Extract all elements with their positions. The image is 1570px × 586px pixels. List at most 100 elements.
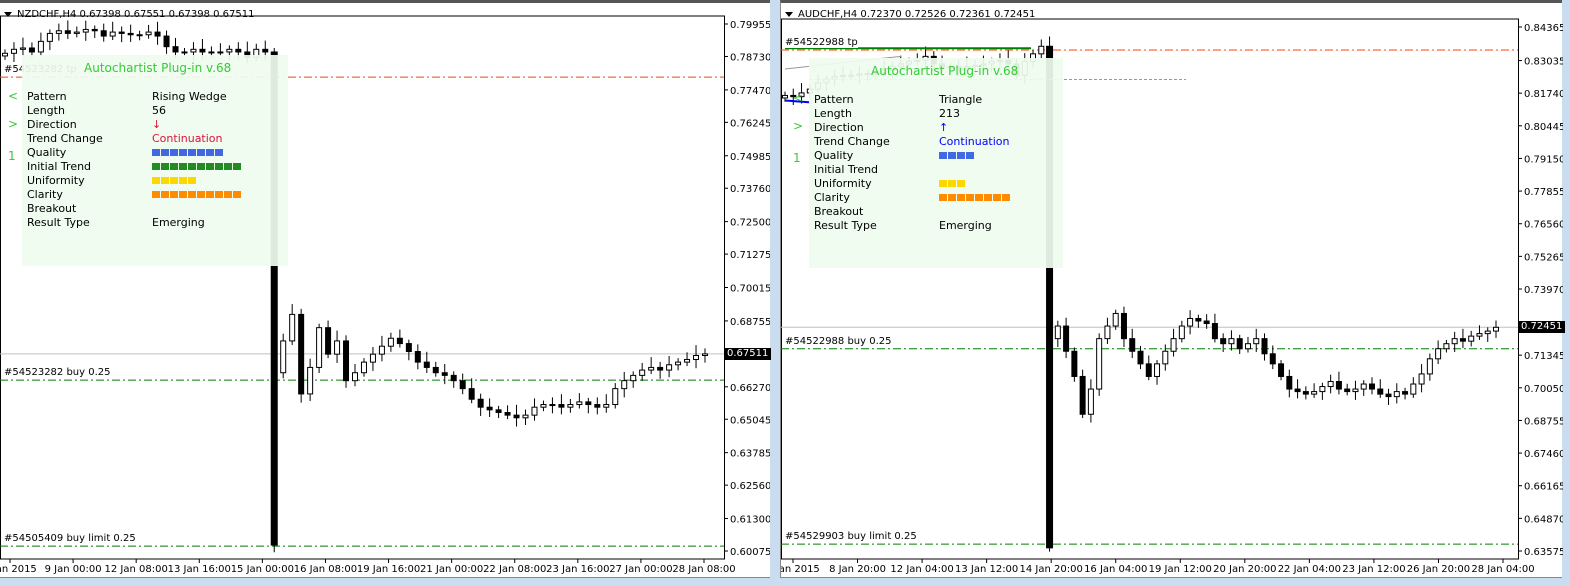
candle: [1352, 380, 1359, 400]
panel-row-label: Clarity: [27, 188, 63, 201]
candle: [1154, 360, 1161, 385]
price-tick-label: 0.73970: [1524, 285, 1563, 296]
candle: [1104, 317, 1111, 344]
candle: [1087, 379, 1094, 423]
panel-title: Autochartist Plug-in v.68: [84, 61, 232, 75]
next-pattern-icon[interactable]: >: [793, 119, 803, 133]
time-tick-label: 19 Jan 16:00: [357, 564, 420, 575]
candle: [1435, 340, 1442, 365]
order-label[interactable]: #54505409 buy limit 0.25: [4, 533, 136, 545]
candle: [1137, 345, 1144, 370]
pattern-value: Triangle: [939, 93, 983, 106]
candle: [1236, 334, 1243, 355]
initial_trend-bar: [152, 163, 241, 171]
next-pattern-icon[interactable]: >: [8, 117, 18, 131]
candle: [1393, 383, 1400, 404]
candle: [55, 23, 62, 41]
candle: [693, 345, 700, 369]
candle: [64, 20, 71, 39]
prev-pattern-icon[interactable]: <: [8, 89, 18, 103]
candle: [2, 49, 8, 60]
candle: [1096, 333, 1103, 396]
candle: [1187, 310, 1194, 335]
price-tick-label: 0.77855: [1524, 187, 1563, 198]
time-tick-label: 13 Jan 16:00: [168, 564, 231, 575]
candle: [675, 358, 682, 371]
result-type-value: Emerging: [152, 216, 205, 229]
prev-pattern-icon[interactable]: <: [793, 91, 803, 105]
candle: [1261, 333, 1268, 361]
panel-row-label: Clarity: [814, 191, 850, 204]
time-tick-label: 8 Jan 20:00: [829, 564, 886, 575]
candle: [630, 371, 637, 388]
candle: [1278, 360, 1285, 381]
price-tick-label: 0.66165: [1524, 482, 1563, 493]
chart-window-audchf[interactable]: 0.84365 0.83035 0.81740 0.80445 0.79150 0.778…: [780, 0, 1566, 578]
price-tick-label: 0.81740: [1524, 89, 1563, 100]
candle: [450, 371, 457, 388]
candle: [1410, 377, 1417, 398]
time-tick-label: 28 Jan 04:00: [1471, 564, 1534, 575]
length-value: 56: [152, 104, 166, 117]
candle: [1344, 383, 1351, 396]
dropdown-triangle-icon[interactable]: [4, 11, 12, 17]
candle: [585, 397, 592, 414]
candle: [1211, 313, 1218, 343]
candle: [387, 332, 394, 352]
dropdown-triangle-icon[interactable]: [785, 11, 793, 17]
candle: [19, 37, 26, 57]
candle: [1360, 380, 1367, 396]
panel-row-label: Quality: [814, 149, 854, 162]
current-price-label: 0.72451: [1518, 321, 1566, 334]
candle: [531, 398, 538, 421]
candle: [91, 25, 98, 38]
candle: [1228, 330, 1235, 351]
time-tick-label: 12 Jan 04:00: [890, 564, 953, 575]
candle: [423, 351, 430, 373]
candle: [468, 378, 475, 404]
order-label[interactable]: #54523282 buy 0.25: [4, 367, 111, 379]
candle: [666, 356, 673, 378]
candle: [1468, 330, 1475, 347]
candle: [73, 26, 80, 38]
candle: [540, 400, 547, 412]
candle: [576, 393, 583, 409]
candle: [702, 348, 708, 363]
candle: [46, 29, 53, 51]
candle: [558, 394, 565, 415]
candle: [1418, 364, 1425, 393]
candle: [10, 42, 17, 63]
order-label[interactable]: #54529903 buy limit 0.25: [785, 531, 917, 543]
candle: [1054, 320, 1061, 347]
candle: [127, 24, 134, 42]
candle: [307, 358, 314, 402]
clarity-bar: [939, 194, 1010, 202]
candle: [1178, 320, 1185, 343]
candle: [1493, 320, 1499, 338]
price-tick-label: 0.63575: [1524, 547, 1563, 558]
panel-row-label: Pattern: [814, 93, 854, 106]
panel-row-label: Length: [27, 104, 65, 117]
candle: [1426, 353, 1433, 381]
candle: [1327, 374, 1334, 394]
order-label[interactable]: #54522988 buy 0.25: [785, 335, 892, 347]
candle: [1335, 371, 1342, 395]
chart-window-nzdchf[interactable]: 0.79955 0.78730 0.77470 0.76245 0.74985 0.737…: [0, 0, 772, 578]
price-tick-label: 0.80445: [1524, 122, 1563, 133]
candle: [343, 335, 350, 388]
candle: [1286, 369, 1293, 398]
price-tick-label: 0.68755: [730, 317, 770, 328]
candle: [1302, 386, 1309, 400]
clarity-bar: [152, 191, 241, 199]
candle: [1459, 328, 1466, 348]
candle: [1294, 379, 1301, 399]
candle: [82, 20, 89, 41]
candle: [459, 373, 466, 395]
price-tick-label: 0.60075: [730, 547, 770, 558]
candle: [522, 409, 529, 425]
price-tick-label: 0.61300: [730, 515, 770, 526]
order-label[interactable]: #54522988 tp: [785, 37, 858, 49]
time-tick-label: 20 Jan 20:00: [1213, 564, 1276, 575]
candle: [567, 398, 574, 413]
candle: [316, 323, 323, 373]
